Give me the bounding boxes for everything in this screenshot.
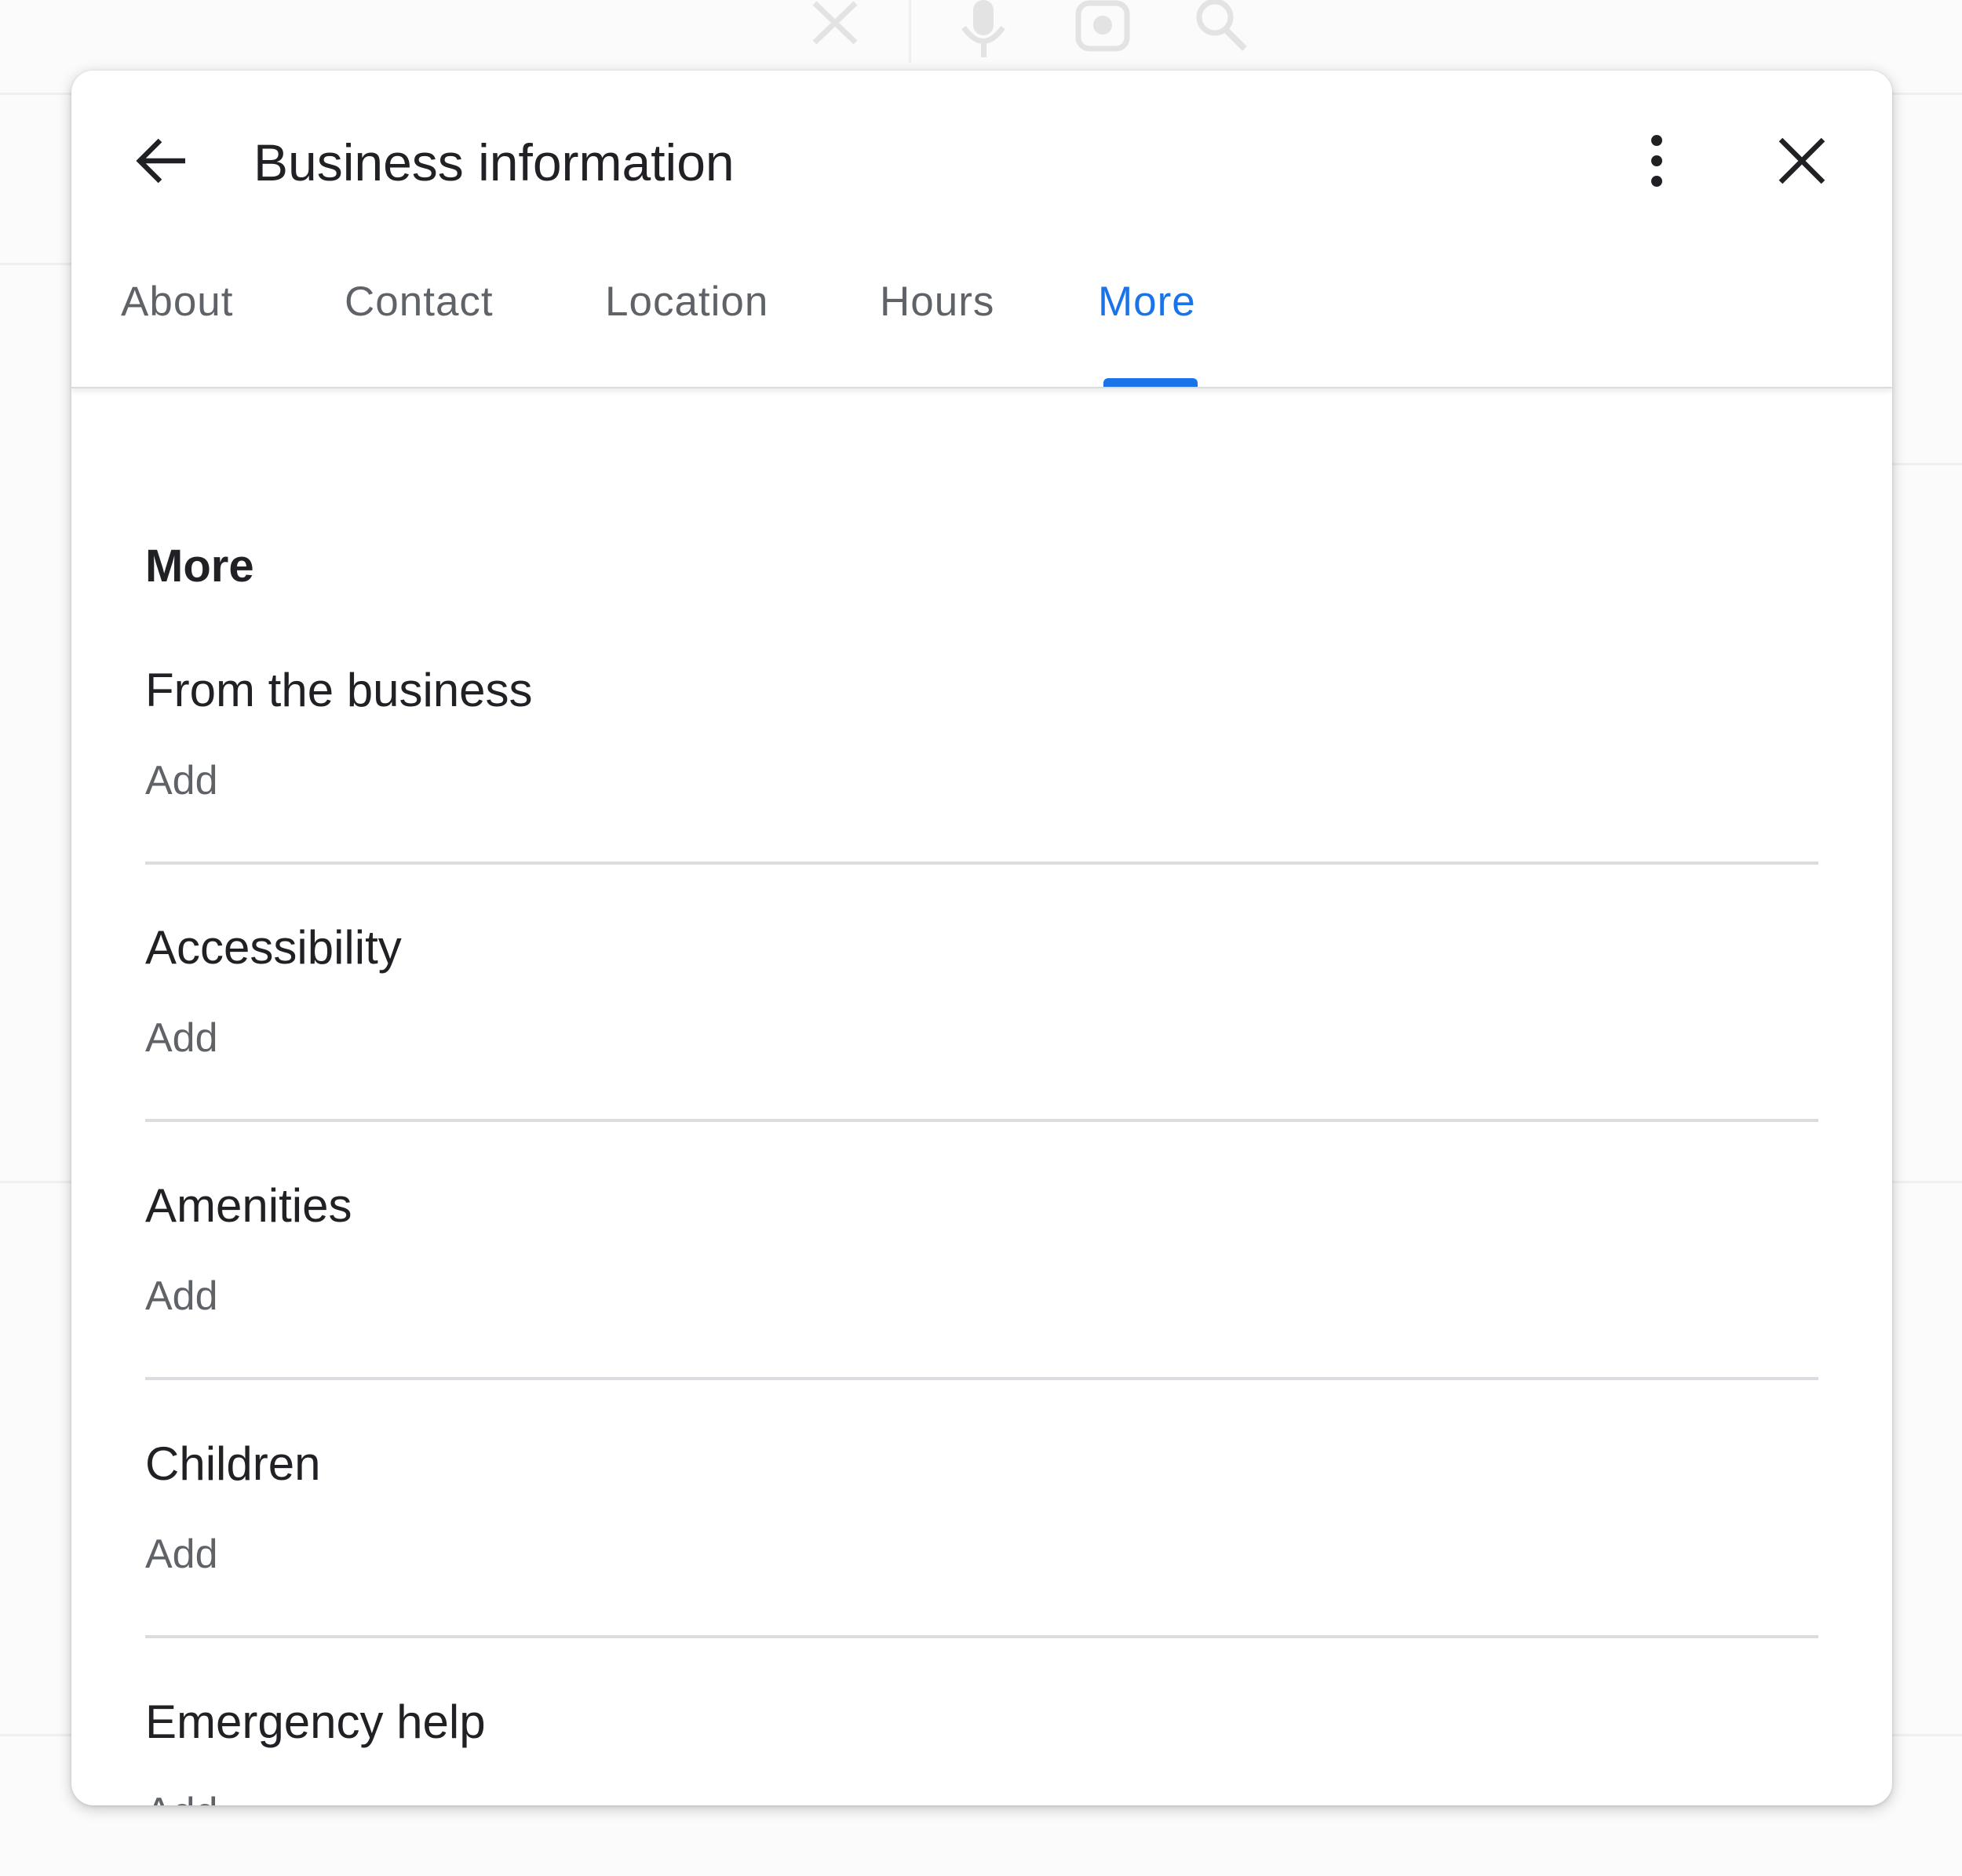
tab-label: Location [605,279,769,325]
item-title: Amenities [145,1179,352,1232]
business-information-dialog: Business information About Contact Locat… [71,71,1892,1805]
add-accessibility-button[interactable]: Add [145,1011,218,1065]
tab-label: About [121,279,234,325]
tab-label: More [1098,279,1196,325]
section-title: More [145,541,254,592]
more-vert-icon [1651,135,1662,187]
item-divider [145,1377,1818,1380]
list-item-emergency-help: Emergency help Add [145,1691,1818,1805]
tab-more[interactable]: More [1098,275,1196,387]
background-mic-icon [961,0,1005,57]
active-tab-indicator [1103,378,1198,387]
dialog-title: Business information [253,133,735,191]
item-divider [145,1635,1818,1638]
tab-contact[interactable]: Contact [345,275,494,387]
item-title: Children [145,1437,321,1490]
dialog-header: Business information About Contact Locat… [71,71,1892,388]
background-close-icon [812,1,858,45]
item-title: Emergency help [145,1696,486,1748]
dialog-content: More From the business Add Accessibility… [71,388,1892,1805]
list-item-children: Children Add [145,1433,1818,1692]
tab-about[interactable]: About [121,275,234,387]
arrow-left-icon [136,138,185,184]
close-button[interactable] [1759,118,1845,204]
tab-location[interactable]: Location [605,275,768,387]
tab-label: Hours [880,279,995,325]
item-title: From the business [145,664,533,716]
tab-label: Contact [345,279,494,325]
background-divider [0,1181,75,1183]
list-item-from-the-business: From the business Add [145,659,1818,918]
back-button[interactable] [119,118,205,204]
list-item-accessibility: Accessibility Add [145,916,1818,1175]
item-divider [145,1119,1818,1122]
more-options-button[interactable] [1614,118,1700,204]
background-camera-icon [1075,0,1130,52]
list-item-amenities: Amenities Add [145,1175,1818,1433]
add-children-button[interactable]: Add [145,1527,218,1582]
add-emergency-help-button[interactable]: Add [145,1785,218,1805]
add-from-the-business-button[interactable]: Add [145,753,218,808]
background-search-icon [1196,0,1247,51]
background-divider [0,263,75,265]
tab-hours[interactable]: Hours [880,275,994,387]
item-divider [145,862,1818,865]
background-divider [909,0,911,63]
background-divider [1890,463,1962,465]
item-title: Accessibility [145,921,402,974]
close-icon [1778,137,1825,184]
background-divider [1890,1181,1962,1183]
add-amenities-button[interactable]: Add [145,1269,218,1324]
